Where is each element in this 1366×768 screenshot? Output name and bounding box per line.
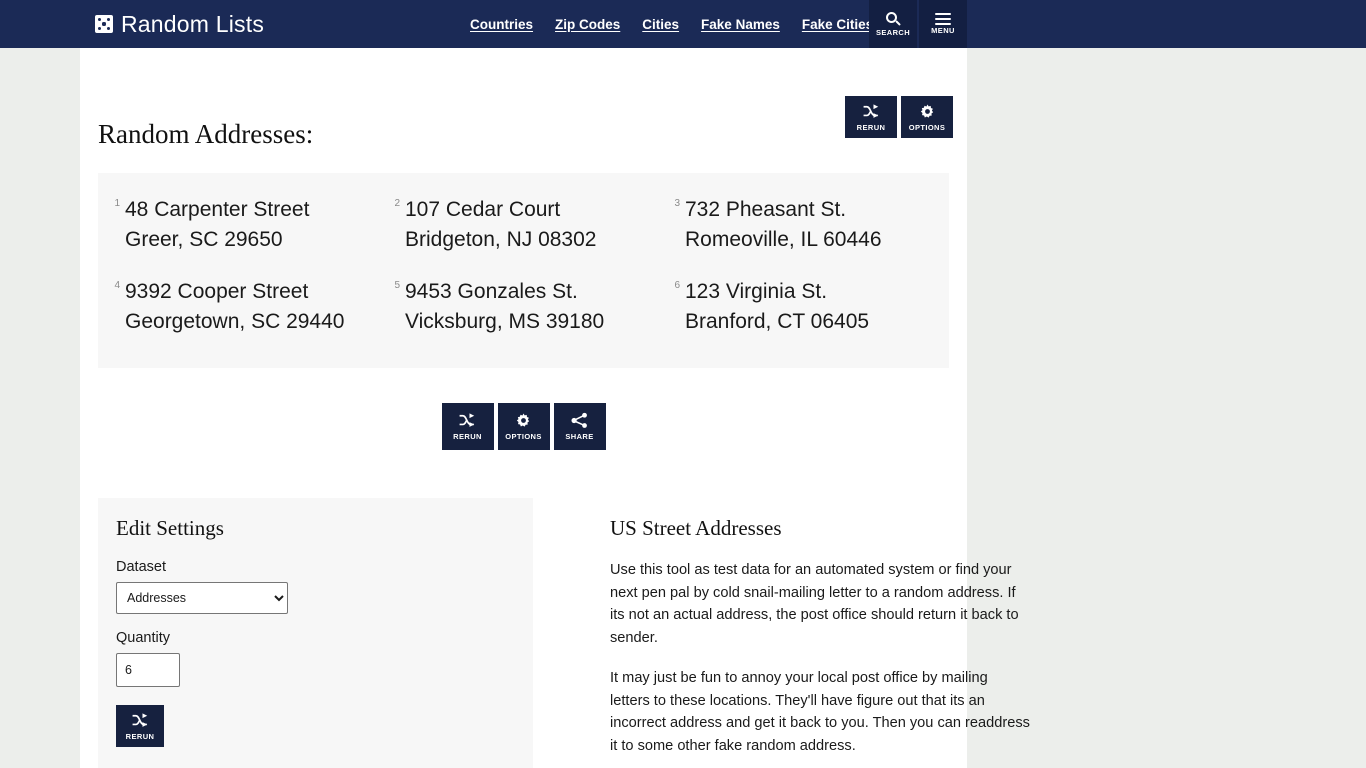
address-line-2: Bridgeton, NJ 08302 <box>405 228 597 251</box>
address-index: 4 <box>114 280 120 291</box>
address-text: 123 Virginia St. Branford, CT 06405 <box>685 277 869 337</box>
gear-icon <box>920 104 933 118</box>
address-text: 48 Carpenter Street Greer, SC 29650 <box>125 195 309 255</box>
options-button-mid-label: OPTIONS <box>505 432 542 441</box>
menu-button[interactable]: MENU <box>919 0 967 48</box>
rerun-button-mid-label: RERUN <box>453 432 482 441</box>
edit-settings-title: Edit Settings <box>116 516 224 540</box>
rerun-button-settings-label: RERUN <box>125 731 155 741</box>
address-text: 107 Cedar Court Bridgeton, NJ 08302 <box>405 195 596 255</box>
mid-action-bar: RERUN OPTIONS SHARE <box>80 403 967 450</box>
results-panel: 1 48 Carpenter Street Greer, SC 29650 2 … <box>98 173 949 368</box>
address-line-1: 123 Virginia St. <box>685 280 828 303</box>
nav-item-countries[interactable]: Countries <box>470 17 533 32</box>
address-text: 9392 Cooper Street Georgetown, SC 29440 <box>125 277 344 337</box>
address-text: 732 Pheasant St. Romeoville, IL 60446 <box>685 195 882 255</box>
shuffle-icon <box>863 103 878 118</box>
nav-item-cities[interactable]: Cities <box>642 17 679 32</box>
address-index: 6 <box>674 280 680 291</box>
results-grid: 1 48 Carpenter Street Greer, SC 29650 2 … <box>98 195 949 337</box>
options-button-mid[interactable]: OPTIONS <box>497 403 550 450</box>
search-button-label: SEARCH <box>875 27 911 37</box>
hamburger-menu-icon <box>935 13 951 25</box>
address-line-2: Georgetown, SC 29440 <box>125 310 345 333</box>
address-line-1: 9453 Gonzales St. <box>405 280 578 303</box>
address-item: 4 9392 Cooper Street Georgetown, SC 2944… <box>111 277 391 337</box>
about-paragraph-2: It may just be fun to annoy your local p… <box>610 670 1030 754</box>
site-header: Random Lists Countries Zip Codes Cities … <box>0 0 1366 48</box>
nav-item-fake-names[interactable]: Fake Names <box>701 17 780 32</box>
primary-nav: Countries Zip Codes Cities Fake Names Fa… <box>470 0 873 48</box>
address-index: 1 <box>114 198 120 209</box>
address-item: 6 123 Virginia St. Branford, CT 06405 <box>671 277 951 337</box>
address-index: 5 <box>394 280 400 291</box>
top-action-bar: RERUN OPTIONS <box>845 96 953 138</box>
shuffle-icon <box>459 413 475 427</box>
shuffle-icon <box>132 712 147 727</box>
edit-settings-panel: Edit Settings Dataset Addresses Quantity… <box>98 498 533 768</box>
address-item: 3 732 Pheasant St. Romeoville, IL 60446 <box>671 195 951 255</box>
options-button-top[interactable]: OPTIONS <box>901 96 953 138</box>
share-icon <box>571 412 587 428</box>
dataset-select[interactable]: Addresses <box>116 582 288 614</box>
address-line-2: Vicksburg, MS 39180 <box>405 310 605 333</box>
about-paragraph-1: Use this tool as test data for an automa… <box>610 562 1019 646</box>
rerun-button-mid[interactable]: RERUN <box>441 403 494 450</box>
about-section: US Street Addresses Use this tool as tes… <box>610 498 1030 768</box>
rerun-button-top-label: RERUN <box>856 122 886 132</box>
brand-logo-link[interactable]: Random Lists <box>95 0 264 48</box>
address-line-2: Greer, SC 29650 <box>125 228 283 251</box>
address-line-1: 9392 Cooper Street <box>125 280 309 303</box>
search-icon <box>885 11 901 27</box>
gear-icon <box>516 413 530 427</box>
about-heading: US Street Addresses <box>610 516 782 540</box>
address-line-2: Romeoville, IL 60446 <box>685 228 882 251</box>
rerun-button-top[interactable]: RERUN <box>845 96 897 138</box>
nav-item-zip-codes[interactable]: Zip Codes <box>555 17 620 32</box>
options-button-top-label: OPTIONS <box>908 122 946 132</box>
page-title: Random Addresses: <box>98 119 314 150</box>
address-index: 2 <box>394 198 400 209</box>
address-item: 5 9453 Gonzales St. Vicksburg, MS 39180 <box>391 277 671 337</box>
rerun-button-settings[interactable]: RERUN <box>116 705 164 747</box>
address-item: 1 48 Carpenter Street Greer, SC 29650 <box>111 195 391 255</box>
content-sheet: Random Addresses: RERUN OPTIONS 1 48 Car… <box>80 48 1030 768</box>
nav-item-fake-cities[interactable]: Fake Cities <box>802 17 873 32</box>
address-index: 3 <box>674 198 680 209</box>
address-line-1: 732 Pheasant St. <box>685 198 847 221</box>
search-button[interactable]: SEARCH <box>869 0 917 48</box>
address-text: 9453 Gonzales St. Vicksburg, MS 39180 <box>405 277 604 337</box>
address-line-1: 107 Cedar Court <box>405 198 561 221</box>
share-button-label: SHARE <box>565 432 594 441</box>
quantity-input[interactable] <box>116 653 180 687</box>
share-button[interactable]: SHARE <box>553 403 606 450</box>
menu-button-label: MENU <box>931 26 955 35</box>
dataset-label: Dataset <box>116 559 166 575</box>
address-item: 2 107 Cedar Court Bridgeton, NJ 08302 <box>391 195 671 255</box>
address-line-2: Branford, CT 06405 <box>685 310 870 333</box>
dice-icon <box>95 15 113 33</box>
brand-name: Random Lists <box>121 10 265 37</box>
page-root: Random Lists Countries Zip Codes Cities … <box>0 0 1366 768</box>
quantity-label: Quantity <box>116 630 170 646</box>
address-line-1: 48 Carpenter Street <box>125 198 310 221</box>
